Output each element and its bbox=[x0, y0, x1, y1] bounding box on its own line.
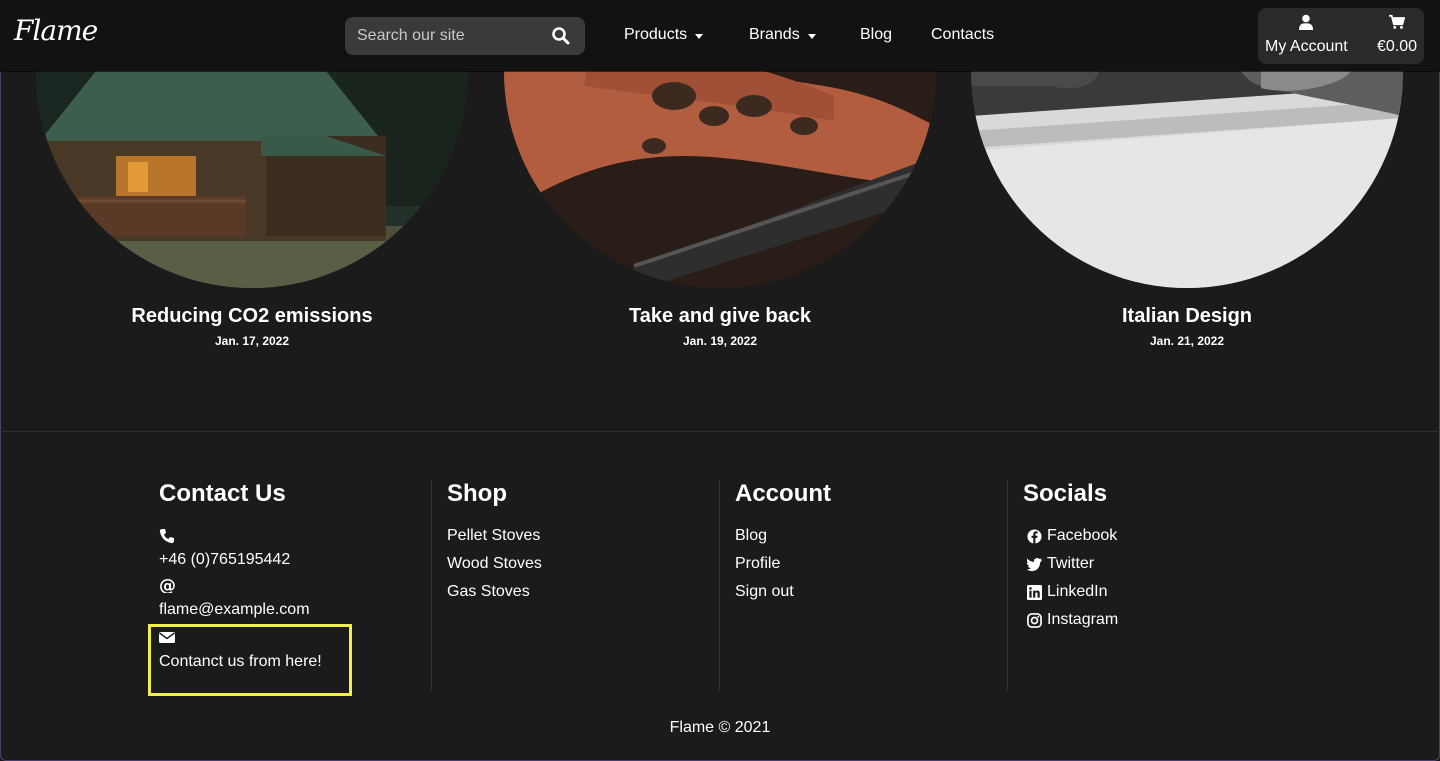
shopping-cart-icon bbox=[1389, 14, 1406, 29]
column-separator bbox=[1007, 480, 1008, 690]
phone-icon bbox=[159, 529, 174, 544]
user-icon bbox=[1299, 14, 1314, 30]
footer-account-column: Account Blog Profile Sign out bbox=[735, 480, 995, 678]
search-icon[interactable] bbox=[551, 26, 571, 46]
navbar: Flame Products Brands Blog Contacts My A… bbox=[0, 0, 1440, 71]
account-link-sign-out[interactable]: Sign out bbox=[735, 578, 995, 606]
post-date: Jan. 19, 2022 bbox=[682, 334, 758, 348]
my-account-label: My Account bbox=[1265, 38, 1348, 55]
linkedin-icon bbox=[1027, 584, 1042, 600]
column-separator bbox=[431, 480, 432, 690]
nav-brands-label: Brands bbox=[749, 26, 800, 43]
nav-blog-label: Blog bbox=[860, 26, 893, 43]
email-address[interactable]: flame@example.com bbox=[159, 601, 419, 619]
linkedin-label: LinkedIn bbox=[1047, 583, 1108, 600]
shop-link-gas-stoves[interactable]: Gas Stoves bbox=[447, 578, 707, 606]
instagram-label: Instagram bbox=[1047, 611, 1119, 628]
instagram-icon bbox=[1027, 612, 1042, 628]
twitter-label: Twitter bbox=[1047, 555, 1095, 572]
nav-products-dropdown[interactable]: Products bbox=[624, 26, 704, 44]
nav-blog-link[interactable]: Blog bbox=[860, 26, 892, 44]
phone-number[interactable]: +46 (0)765195442 bbox=[159, 551, 419, 569]
facebook-label: Facebook bbox=[1047, 527, 1118, 544]
contact-heading: Contact Us bbox=[159, 480, 286, 507]
nav-products-label: Products bbox=[624, 26, 688, 43]
caret-down-icon bbox=[807, 33, 816, 39]
social-link-twitter[interactable]: Twitter bbox=[1027, 550, 1283, 578]
account-heading: Account bbox=[735, 480, 831, 507]
post-title[interactable]: Reducing CO2 emissions bbox=[36, 305, 468, 328]
account-link-profile[interactable]: Profile bbox=[735, 550, 995, 578]
social-link-facebook[interactable]: Facebook bbox=[1027, 522, 1283, 550]
my-account-button[interactable]: My Account bbox=[1265, 14, 1348, 56]
site-logo[interactable]: Flame bbox=[14, 14, 98, 47]
social-link-linkedin[interactable]: LinkedIn bbox=[1027, 578, 1283, 606]
twitter-icon bbox=[1027, 557, 1042, 571]
phone-row: +46 (0)765195442 bbox=[159, 528, 419, 569]
nav-contacts-link[interactable]: Contacts bbox=[931, 26, 994, 44]
social-link-instagram[interactable]: Instagram bbox=[1027, 606, 1283, 634]
search-input[interactable] bbox=[345, 27, 535, 45]
email-row: @ flame@example.com bbox=[159, 577, 419, 619]
footer-shop-column: Shop Pellet Stoves Wood Stoves Gas Stove… bbox=[447, 480, 707, 678]
nav-contacts-label: Contacts bbox=[931, 26, 995, 43]
cart-total: €0.00 bbox=[1377, 38, 1418, 55]
socials-heading: Socials bbox=[1023, 480, 1108, 507]
shop-heading: Shop bbox=[447, 480, 507, 507]
shop-link-wood-stoves[interactable]: Wood Stoves bbox=[447, 550, 707, 578]
post-title[interactable]: Take and give back bbox=[504, 305, 936, 328]
cart-button[interactable]: €0.00 bbox=[1377, 14, 1417, 56]
footer-divider bbox=[0, 431, 1440, 432]
highlight-box bbox=[148, 624, 352, 696]
footer-socials-column: Socials Facebook Twitter LinkedIn Instag… bbox=[1023, 480, 1283, 678]
facebook-icon bbox=[1027, 528, 1042, 544]
caret-down-icon bbox=[695, 33, 704, 39]
post-date: Jan. 17, 2022 bbox=[214, 334, 290, 348]
at-sign-icon: @ bbox=[159, 577, 175, 593]
post-title[interactable]: Italian Design bbox=[971, 305, 1403, 328]
account-link-blog[interactable]: Blog bbox=[735, 522, 995, 550]
post-date: Jan. 21, 2022 bbox=[1149, 334, 1225, 348]
copyright-text: Flame © 2021 bbox=[669, 719, 771, 736]
shop-link-pellet-stoves[interactable]: Pellet Stoves bbox=[447, 522, 707, 550]
column-separator bbox=[719, 480, 720, 690]
nav-brands-dropdown[interactable]: Brands bbox=[749, 26, 816, 44]
search-bar bbox=[345, 17, 585, 55]
svg-text:@: @ bbox=[159, 577, 175, 593]
account-cart-box: My Account €0.00 bbox=[1258, 8, 1424, 64]
